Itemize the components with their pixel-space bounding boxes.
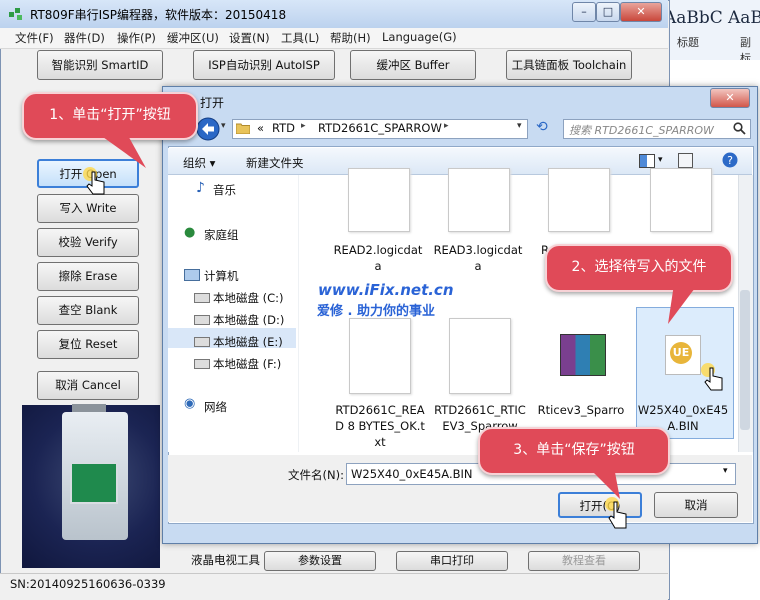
ultraedit-icon: UE (670, 342, 692, 364)
programmer-socket (70, 462, 118, 504)
recent-pages-chevron-icon[interactable]: ▾ (221, 121, 226, 131)
file-icon-rticev3 (449, 318, 511, 394)
dialog-cancel-button[interactable]: 取消 (654, 492, 738, 518)
window-title: RT809F串行ISP编程器，软件版本：20150418 (30, 8, 287, 22)
filename-dropdown-icon[interactable]: ▾ (723, 466, 728, 476)
callout-step3: 3、单击“保存”按钮 (478, 427, 670, 475)
nav-drive-e[interactable]: 本地磁盘 (E:) (213, 334, 283, 350)
menu-settings[interactable]: 设置(N) (229, 30, 270, 46)
nav-music[interactable]: 音乐 (213, 182, 236, 198)
view-mode-icon[interactable] (639, 154, 655, 168)
maximize-button[interactable]: □ (596, 2, 620, 22)
word-style-caption1: 标题 (677, 36, 699, 49)
app-icon (9, 8, 22, 20)
minimize-button[interactable]: – (572, 2, 596, 22)
preview-pane-icon[interactable] (678, 153, 693, 168)
smartid-button[interactable]: 智能识别 SmartID (37, 50, 163, 80)
search-placeholder: 搜索 RTD2661C_SPARROW (569, 124, 714, 137)
homegroup-icon: ● (184, 225, 196, 240)
drive-d-icon (194, 315, 210, 325)
file-icon-r (548, 168, 610, 232)
serial-print-button[interactable]: 串口打印 (396, 551, 508, 571)
write-button[interactable]: 写入 Write (37, 194, 139, 223)
breadcrumb-rtd[interactable]: RTD (272, 121, 295, 135)
nav-network[interactable]: 网络 (204, 399, 227, 415)
watermark-url: www.iFix.net.cn (318, 281, 454, 299)
drive-f-icon (194, 359, 210, 369)
close-button[interactable]: ✕ (620, 2, 662, 22)
breadcrumb-sep-icon: ▸ (301, 121, 306, 131)
buffer-button[interactable]: 缓冲区 Buffer (350, 50, 476, 80)
blank-check-button[interactable]: 查空 Blank (37, 296, 139, 325)
address-prefix: « (257, 121, 265, 135)
serial-number-text: SN:20140925160636-0339 (10, 577, 166, 591)
menu-operation[interactable]: 操作(P) (117, 30, 156, 46)
file-read2[interactable]: READ2.logicdata (332, 242, 424, 274)
watermark-slogan: 爱修 . 助力你的事业 (317, 304, 435, 319)
folder-icon (236, 123, 250, 134)
dialog-title: 打开 (200, 96, 225, 110)
dialog-close-button[interactable]: ✕ (710, 88, 750, 108)
file-scroll-thumb[interactable] (740, 290, 750, 430)
click-hand-icon-3 (605, 497, 627, 529)
param-settings-button[interactable]: 参数设置 (264, 551, 376, 571)
click-hand-icon-2 (701, 363, 723, 391)
nav-homegroup[interactable]: 家庭组 (204, 227, 239, 243)
word-style-heading1[interactable]: AaBbC (664, 8, 723, 28)
view-dropdown-icon[interactable]: ▾ (658, 155, 663, 165)
click-hand-icon (83, 167, 105, 195)
verify-button[interactable]: 校验 Verify (37, 228, 139, 257)
breadcrumb-sparrow[interactable]: RTD2661C_SPARROW (318, 121, 442, 135)
new-folder-button[interactable]: 新建文件夹 (246, 155, 304, 171)
computer-icon (184, 269, 200, 281)
toolchain-button[interactable]: 工具链面板 Toolchain (506, 50, 632, 80)
drive-c-icon (194, 293, 210, 303)
file-rticev3-sparrow[interactable]: Rticev3_Sparro (535, 402, 627, 418)
nav-computer[interactable]: 计算机 (204, 268, 239, 284)
organize-button[interactable]: 组织 ▾ (183, 155, 215, 171)
erase-button[interactable]: 擦除 Erase (37, 262, 139, 291)
back-arrow-icon[interactable] (196, 117, 220, 141)
help-icon[interactable]: ? (722, 152, 738, 168)
word-style-heading2[interactable]: AaBb (728, 8, 760, 28)
menu-file[interactable]: 文件(F) (15, 30, 54, 46)
music-icon: ♪ (196, 180, 205, 196)
winrar-archive-icon (560, 334, 606, 376)
drive-e-icon (194, 337, 210, 347)
nav-drive-d[interactable]: 本地磁盘 (D:) (213, 312, 284, 328)
menu-tools[interactable]: 工具(L) (281, 30, 319, 46)
nav-drive-c[interactable]: 本地磁盘 (C:) (213, 290, 284, 306)
callout-step2-pointer (668, 284, 698, 324)
menu-buffer[interactable]: 缓冲区(U) (167, 30, 219, 46)
file-icon-read2 (348, 168, 410, 232)
file-icon-read3 (448, 168, 510, 232)
cancel-op-button[interactable]: 取消 Cancel (37, 371, 139, 400)
file-txt[interactable]: RTD2661C_READ 8 BYTES_OK.txt (334, 402, 426, 450)
file-icon-txt (349, 318, 411, 394)
svg-text:?: ? (727, 154, 733, 167)
breadcrumb-sep2-icon: ▸ (444, 121, 449, 131)
menu-device[interactable]: 器件(D) (64, 30, 105, 46)
reset-button[interactable]: 复位 Reset (37, 330, 139, 359)
callout-step2: 2、选择待写入的文件 (545, 244, 733, 292)
file-read3[interactable]: READ3.logicdata (432, 242, 524, 274)
search-icon[interactable] (733, 122, 746, 135)
filename-value: W25X40_0xE45A.BIN (351, 467, 473, 481)
file-icon-4 (650, 168, 712, 232)
network-icon: ◉ (184, 396, 196, 411)
autoisp-button[interactable]: ISP自动识别 AutoISP (193, 50, 335, 80)
tutorial-button[interactable]: 教程查看 (528, 551, 640, 571)
address-dropdown-icon[interactable]: ▾ (517, 121, 522, 131)
menu-language[interactable]: Language(G) (382, 30, 457, 44)
filename-label: 文件名(N): (288, 468, 344, 482)
menu-help[interactable]: 帮助(H) (330, 30, 371, 46)
nav-drive-f[interactable]: 本地磁盘 (F:) (213, 356, 281, 372)
refresh-icon[interactable]: ⟲ (536, 119, 548, 135)
lcd-tools-label: 液晶电视工具 (191, 553, 260, 567)
